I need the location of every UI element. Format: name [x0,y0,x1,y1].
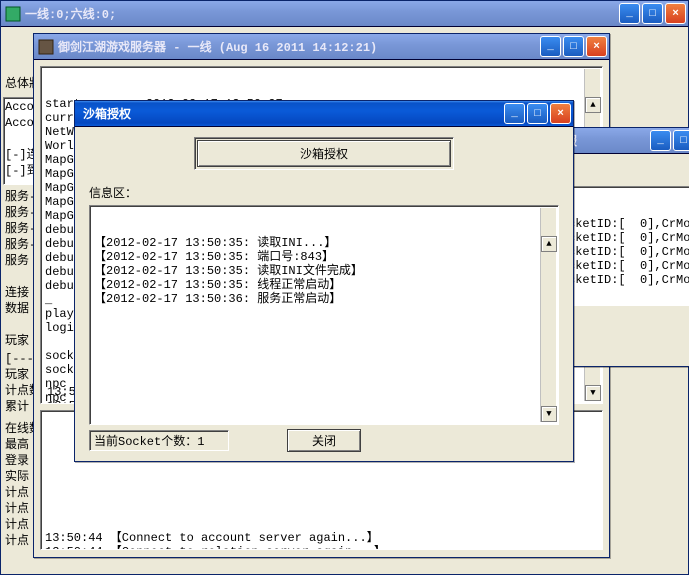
server-title-text: 御剑江湖游戏服务器 - 一线 (Aug 16 2011 14:12:21) [58,38,540,55]
bg-left-panel: Acco Acco [-]连 [-]到 [3,97,37,185]
dialog-maximize-button[interactable]: □ [527,103,548,124]
right-client-area: cketID:[ 0],CrMon:0 cketID:[ 0],CrMon:0 … [561,154,689,366]
maximize-button[interactable]: □ [642,3,663,24]
scroll-up-icon[interactable]: ▲ [585,97,601,113]
dialog-log: 【2012-02-17 13:50:35: 读取INI...】 【2012-02… [90,234,558,308]
minimize-button[interactable]: _ [619,3,640,24]
server-bottom-log: 13:50:44 【Connect to account server agai… [41,529,602,550]
right-title-text: 服 [565,132,650,149]
socket-count-label: 当前Socket个数：1 [89,430,229,451]
right-log-box: cketID:[ 0],CrMon:0 cketID:[ 0],CrMon:0 … [565,186,689,306]
main-titlebar: 一线:0;六线:0; _ □ × [1,1,688,27]
server-maximize-button[interactable]: □ [563,36,584,57]
server-minimize-button[interactable]: _ [540,36,561,57]
bg-player-header: 玩家 [5,333,29,349]
right-partial-window: 服 _ □ × cketID:[ 0],CrMon:0 cketID:[ 0],… [560,127,689,367]
dialog-close-x-button[interactable]: × [550,103,571,124]
server-app-icon [38,39,54,55]
dialog-titlebar: 沙箱授权 _ □ × [75,101,573,127]
sandbox-auth-button[interactable]: 沙箱授权 [197,140,451,167]
right-maximize-button[interactable]: □ [673,130,689,151]
sandbox-auth-dialog: 沙箱授权 _ □ × 沙箱授权 信息区： 【2012-02-17 13:50:3… [74,100,574,462]
right-minimize-button[interactable]: _ [650,130,671,151]
dialog-close-button[interactable]: 关闭 [287,429,361,452]
dialog-scroll-up-icon[interactable]: ▲ [541,236,557,252]
close-button[interactable]: × [665,3,686,24]
info-label: 信息区： [89,184,559,201]
bg-mid-labels: 服务- 服务- 服务- 服务- 服务 连接 数据 [5,189,36,317]
main-title-text: 一线:0;六线:0; [25,5,619,22]
scroll-down-icon[interactable]: ▼ [585,385,601,401]
right-titlebar: 服 _ □ × [561,128,689,154]
dialog-title-text: 沙箱授权 [79,105,504,122]
dialog-scroll-down-icon[interactable]: ▼ [541,406,557,422]
server-titlebar: 御剑江湖游戏服务器 - 一线 (Aug 16 2011 14:12:21) _ … [34,34,609,60]
dialog-minimize-button[interactable]: _ [504,103,525,124]
app-icon [5,6,21,22]
dialog-log-box: 【2012-02-17 13:50:35: 读取INI...】 【2012-02… [89,205,559,425]
right-log: cketID:[ 0],CrMon:0 cketID:[ 0],CrMon:0 … [566,215,689,289]
dialog-scrollbar[interactable]: ▲ ▼ [540,208,556,422]
server-close-button[interactable]: × [586,36,607,57]
dialog-client-area: 沙箱授权 信息区： 【2012-02-17 13:50:35: 读取INI...… [75,127,573,461]
